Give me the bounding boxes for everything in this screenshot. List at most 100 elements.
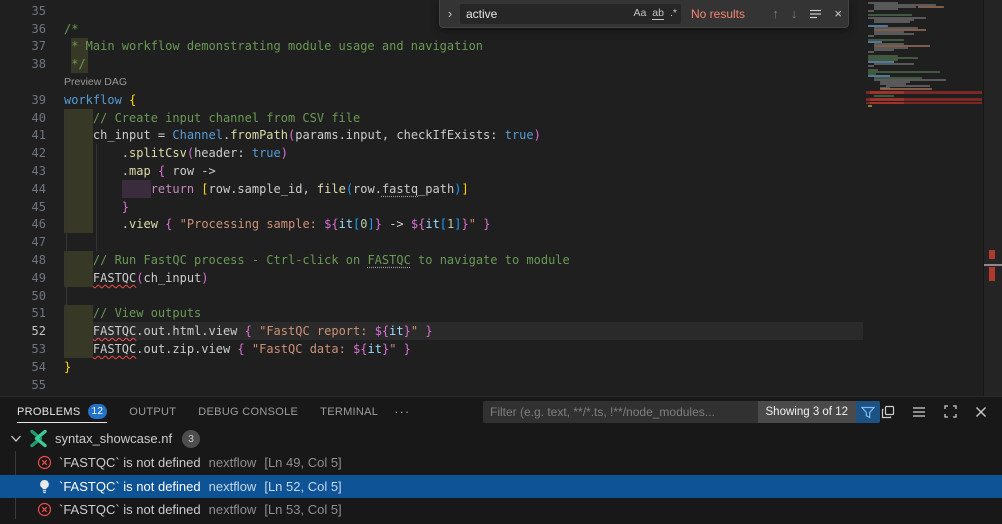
- code-text: // View outputs: [64, 306, 201, 320]
- view-as-table-icon[interactable]: [879, 403, 897, 421]
- panel-tabs: PROBLEMS12 OUTPUT DEBUG CONSOLE TERMINAL: [17, 397, 400, 426]
- code-text: FASTQC.out.html.view { "FastQC report: $…: [64, 324, 433, 338]
- codelens-preview-dag[interactable]: Preview DAG: [64, 76, 127, 88]
- problem-row[interactable]: `FASTQC` is not definednextflow[Ln 53, C…: [0, 498, 1002, 522]
- code-line-49[interactable]: 49 FASTQC(ch_input): [0, 269, 1002, 287]
- problems-file-row[interactable]: syntax_showcase.nf 3: [0, 426, 1002, 451]
- code-line-52[interactable]: 52 FASTQC.out.html.view { "FastQC report…: [0, 322, 1002, 340]
- code-line-54[interactable]: 54}: [0, 358, 1002, 376]
- line-number: 50: [0, 289, 64, 303]
- whole-word-icon[interactable]: ab: [652, 8, 664, 19]
- minimap-line: [874, 33, 914, 35]
- line-number: 36: [0, 22, 64, 36]
- line-number: 52: [0, 324, 64, 338]
- problem-message: `FASTQC` is not defined: [59, 479, 201, 494]
- find-toggle-replace-icon[interactable]: ›: [442, 6, 458, 21]
- overview-slider-edge: [984, 264, 1002, 266]
- panel-actions: [879, 397, 990, 426]
- chevron-down-icon[interactable]: [8, 434, 24, 443]
- find-input[interactable]: active Aa ab .*: [460, 4, 681, 24]
- find-actions: ↑ ↓ ×: [772, 6, 842, 21]
- panel-tab-output[interactable]: OUTPUT: [129, 397, 176, 426]
- regex-icon[interactable]: .*: [670, 8, 677, 19]
- line-number: 53: [0, 342, 64, 356]
- find-results-status: No results: [691, 7, 745, 21]
- code-line-39[interactable]: 39workflow {: [0, 91, 1002, 109]
- panel-tab-label: DEBUG CONSOLE: [198, 406, 298, 418]
- filter-funnel-icon[interactable]: [856, 401, 880, 423]
- code-line-46[interactable]: 46 .view { "Processing sample: ${it[0]} …: [0, 216, 1002, 234]
- problems-tree: syntax_showcase.nf 3 `FASTQC` is not def…: [0, 426, 1002, 522]
- problem-message: `FASTQC` is not defined: [59, 455, 201, 470]
- problem-message: `FASTQC` is not defined: [59, 502, 201, 517]
- match-case-icon[interactable]: Aa: [633, 8, 646, 19]
- find-previous-icon[interactable]: ↑: [772, 6, 779, 21]
- code-text: workflow {: [64, 93, 136, 107]
- maximize-panel-icon[interactable]: [941, 403, 959, 421]
- minimap-error-bar: [866, 91, 982, 94]
- file-name: syntax_showcase.nf: [55, 431, 172, 446]
- panel-tab-debug-console[interactable]: DEBUG CONSOLE: [198, 397, 298, 426]
- close-panel-icon[interactable]: [972, 403, 990, 421]
- minimap-line: [868, 35, 874, 37]
- code-line-37[interactable]: 37 * Main workflow demonstrating module …: [0, 38, 1002, 56]
- panel-tab-problems[interactable]: PROBLEMS12: [17, 397, 107, 426]
- problems-filter-input[interactable]: Filter (e.g. text, **/*.ts, !**/node_mod…: [483, 401, 880, 423]
- line-number: 48: [0, 253, 64, 267]
- code-line-44[interactable]: 44 return [row.sample_id, file(row.fastq…: [0, 180, 1002, 198]
- indent-guide: [96, 233, 97, 251]
- code-line-53[interactable]: 53 FASTQC.out.zip.view { "FastQC data: $…: [0, 340, 1002, 358]
- code-text: FASTQC.out.zip.view { "FastQC data: ${it…: [64, 342, 411, 356]
- find-next-icon[interactable]: ↓: [791, 6, 798, 21]
- code-line-45[interactable]: 45 }: [0, 198, 1002, 216]
- minimap-line: [886, 85, 930, 87]
- minimap-line: [874, 21, 910, 23]
- code-line-48[interactable]: 48 // Run FastQC process - Ctrl-click on…: [0, 251, 1002, 269]
- problem-row[interactable]: `FASTQC` is not definednextflow[Ln 49, C…: [0, 451, 1002, 475]
- minimap-line: [868, 14, 912, 16]
- overview-ruler-scrollbar[interactable]: [983, 0, 1002, 396]
- panel-tab-terminal[interactable]: TERMINAL: [320, 397, 378, 426]
- minimap[interactable]: [866, 0, 982, 396]
- code-lines: 3536/*37 * Main workflow demonstrating m…: [0, 2, 1002, 394]
- minimap-error-bar: [866, 102, 982, 105]
- minimap-line: [880, 88, 932, 90]
- find-close-icon[interactable]: ×: [834, 6, 842, 21]
- problem-location: [Ln 49, Col 5]: [264, 455, 341, 470]
- line-number: 35: [0, 4, 64, 18]
- code-text: .splitCsv(header: true): [64, 146, 288, 160]
- code-text: return [row.sample_id, file(row.fastq_pa…: [64, 182, 469, 196]
- code-line-38[interactable]: 38 */: [0, 55, 1002, 73]
- code-line-40[interactable]: 40 // Create input channel from CSV file: [0, 109, 1002, 127]
- code-editor[interactable]: 3536/*37 * Main workflow demonstrating m…: [0, 0, 1002, 396]
- code-line-41[interactable]: 41 ch_input = Channel.fromPath(params.in…: [0, 127, 1002, 145]
- filter-summary-badge: Showing 3 of 12: [758, 401, 856, 423]
- line-number: 55: [0, 378, 64, 392]
- code-line-55[interactable]: 55: [0, 376, 1002, 394]
- line-number: 47: [0, 235, 64, 249]
- code-line-51[interactable]: 51 // View outputs: [0, 305, 1002, 323]
- minimap-error-bar: [866, 98, 982, 101]
- minimap-line: [868, 71, 940, 73]
- error-icon: [36, 502, 52, 518]
- line-number: 41: [0, 128, 64, 142]
- code-line-47[interactable]: 47: [0, 233, 1002, 251]
- problem-row[interactable]: `FASTQC` is not definednextflow[Ln 52, C…: [0, 475, 1002, 499]
- overview-error-mark: [989, 250, 995, 259]
- collapse-all-icon[interactable]: [910, 403, 928, 421]
- code-line-50[interactable]: 50: [0, 287, 1002, 305]
- vscode-window: 3536/*37 * Main workflow demonstrating m…: [0, 0, 1002, 524]
- minimap-line: [868, 51, 874, 53]
- code-line-42[interactable]: 42 .splitCsv(header: true): [0, 144, 1002, 162]
- minimap-line: [874, 63, 914, 65]
- find-in-selection-icon[interactable]: [809, 8, 822, 20]
- line-number: 44: [0, 182, 64, 196]
- indent-guide: [66, 287, 67, 305]
- problems-count-badge: 12: [88, 404, 108, 419]
- code-text: // Run FastQC process - Ctrl-click on FA…: [64, 253, 570, 267]
- panel-more-tabs-icon[interactable]: ···: [394, 404, 410, 419]
- code-line-43[interactable]: 43 .map { row ->: [0, 162, 1002, 180]
- minimap-line: [874, 95, 894, 97]
- code-text: }: [64, 200, 129, 214]
- problem-source: nextflow: [209, 502, 257, 517]
